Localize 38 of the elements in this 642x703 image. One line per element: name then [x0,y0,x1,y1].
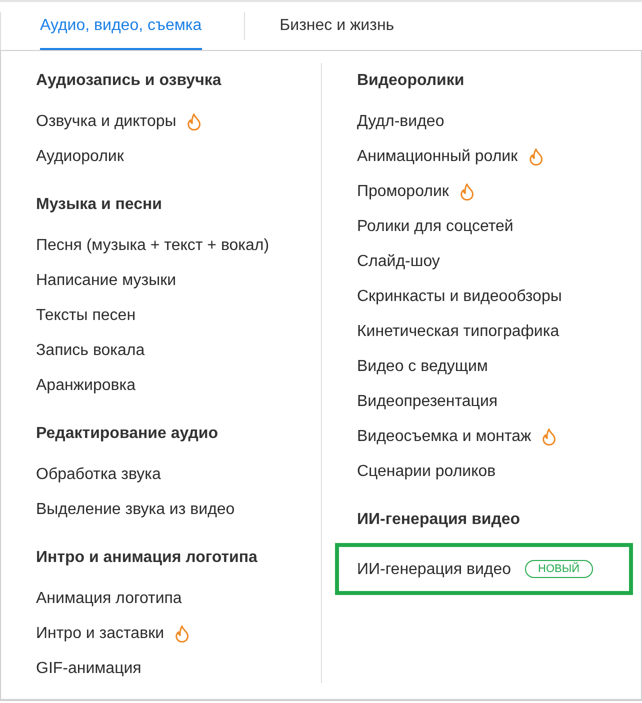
menu-item[interactable]: Видеопрезентация [356,384,641,419]
flame-icon [460,182,474,200]
group-heading: Редактирование аудио [36,424,219,444]
menu-item[interactable]: Анимация логотипа [36,581,321,616]
flame-icon [528,148,543,166]
menu-item[interactable]: Видео с ведущим [356,349,641,384]
menu-item[interactable]: Видеосъемка и монтаж [356,419,641,454]
menu-item[interactable]: Тексты песен [36,298,321,333]
menu-item[interactable]: Кинетическая типографика [356,314,641,349]
menu-item[interactable]: Обработка звука [36,457,321,492]
menu-item[interactable]: Аудиоролик [36,139,321,174]
menu-item[interactable]: Сценарии роликов [356,454,641,489]
category-tab[interactable]: Бизнес и жизнь [240,12,394,50]
menu-item[interactable]: Выделение звука из видео [36,492,321,527]
menu-item[interactable]: Дудл-видео [356,104,641,139]
menu-item[interactable]: Интро и заставки [36,616,321,651]
menu-item[interactable]: Озвучка и дикторы [36,104,321,139]
menu-item[interactable]: Слайд-шоу [356,244,641,279]
menu-item[interactable]: Анимационный ролик [356,139,641,174]
flame-icon [542,428,556,446]
flame-icon [187,112,202,130]
menu-item[interactable]: Скринкасты и видеообзоры [356,279,641,314]
flame-icon [175,624,190,642]
group-heading: Интро и анимация логотипа [36,548,258,568]
new-badge: НОВЫЙ [525,560,592,578]
menu-item[interactable]: Написание музыки [36,263,321,298]
group-heading: Аудиозапись и озвучка [36,71,222,91]
group-heading: Музыка и песни [36,195,164,215]
category-tab[interactable]: Аудио, видео, съемка [40,12,202,50]
highlighted-menu-item[interactable]: ИИ-генерация видео НОВЫЙ [334,543,633,595]
menu-item[interactable]: Аранжировка [36,368,321,403]
menu-item[interactable]: Песня (музыка + текст + вокал) [36,228,321,263]
menu-item[interactable]: Запись вокала [36,333,321,368]
menu-item[interactable]: Ролики для соцсетей [356,209,641,244]
group-heading: ИИ-генерация видео [356,510,522,530]
menu-item[interactable]: Проморолик [356,174,641,209]
menu-item[interactable]: GIF-анимация [36,651,321,686]
group-heading: Видеоролики [356,71,466,91]
